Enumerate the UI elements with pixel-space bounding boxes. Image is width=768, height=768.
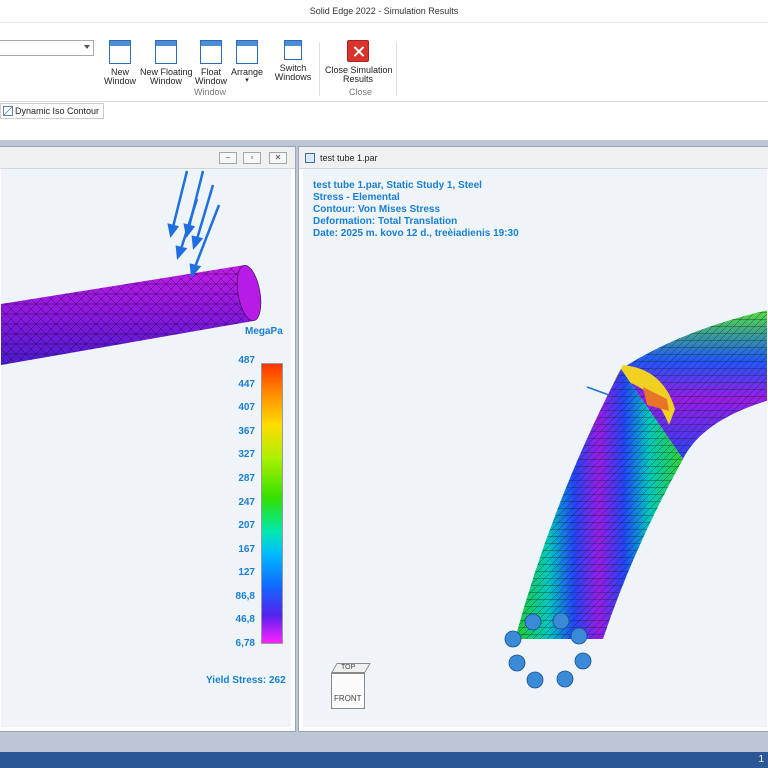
- view-cube-top-label: TOP: [341, 664, 356, 671]
- right-result-window[interactable]: test tube 1.par test tube 1.par, Static …: [298, 146, 768, 732]
- view-cube-front-label: FRONT: [334, 694, 362, 703]
- left-viewport[interactable]: MegaPa 487 447 407 367 327 287 247 207 167 127 86,…: [1, 169, 291, 727]
- new-floating-window-icon: [155, 40, 177, 64]
- view-cube[interactable]: TOP FRONT: [331, 663, 373, 711]
- close-icon: [347, 40, 369, 62]
- yield-stress-label: Yield Stress: 262: [206, 675, 286, 686]
- deformed-tube-view[interactable]: [303, 169, 767, 727]
- close-simulation-results-button[interactable]: Close Simulation Results: [325, 40, 393, 84]
- minimize-icon[interactable]: –: [219, 152, 237, 164]
- dynamic-iso-contour-button[interactable]: Dynamic Iso Contour: [0, 103, 105, 119]
- right-viewport[interactable]: test tube 1.par, Static Study 1, Steel S…: [303, 169, 767, 727]
- legend-tick-label: 447: [238, 378, 255, 390]
- new-floating-window-label: New Floating Window: [140, 67, 193, 86]
- switch-windows-button[interactable]: Switch Windows: [270, 40, 316, 82]
- view-cube-front[interactable]: [331, 673, 365, 709]
- window-title: Solid Edge 2022 - Simulation Results: [309, 6, 459, 16]
- arrange-icon: [236, 40, 258, 64]
- dynamic-iso-contour-label: Dynamic Iso Contour: [15, 106, 100, 116]
- legend-tick-label: 487: [238, 355, 255, 366]
- chevron-down-icon: ▾: [245, 77, 249, 84]
- legend-tick-label: 407: [238, 402, 255, 414]
- document-area: – ▫ ✕ MegaPa 487 447 407 367 327 287 247…: [0, 140, 768, 752]
- switch-windows-label: Switch Windows: [274, 63, 312, 82]
- chevron-down-icon[interactable]: [84, 45, 90, 49]
- restore-icon[interactable]: ▫: [243, 152, 261, 164]
- legend-tick-label: 287: [238, 472, 255, 484]
- legend-tick-label: 46,8: [235, 614, 255, 626]
- float-window-icon: [200, 40, 222, 64]
- document-icon: [305, 152, 315, 163]
- window-group-label: Window: [194, 87, 227, 97]
- float-window-label: Float Window: [195, 67, 228, 86]
- status-bar: 1: [0, 752, 768, 768]
- close-group-label: Close: [349, 87, 373, 97]
- legend-tick-label: 167: [238, 543, 255, 555]
- legend-unit: MegaPa: [245, 326, 283, 337]
- float-window-button[interactable]: Float Window: [195, 40, 227, 86]
- ribbon-separator: [396, 42, 397, 96]
- right-window-title: test tube 1.par: [320, 152, 378, 163]
- iso-contour-icon: [3, 106, 13, 116]
- new-window-label: New Window: [104, 67, 137, 86]
- load-arrows: [167, 170, 221, 278]
- legend-tick-label: 127: [238, 567, 255, 579]
- left-window-header[interactable]: – ▫ ✕: [0, 147, 295, 169]
- right-window-header[interactable]: test tube 1.par: [299, 147, 768, 169]
- new-window-button[interactable]: New Window: [104, 40, 136, 86]
- legend-tick-label: 367: [238, 425, 255, 437]
- legend-tick-label: 6,78: [235, 638, 255, 649]
- legend-tick-label: 207: [238, 520, 255, 532]
- arrange-button[interactable]: Arrange ▾: [231, 40, 263, 84]
- arrange-label: Arrange: [231, 67, 264, 77]
- command-bar: [0, 102, 768, 140]
- close-simulation-label: Close Simulation Results: [325, 65, 393, 84]
- new-floating-window-button[interactable]: New Floating Window: [140, 40, 193, 86]
- switch-windows-icon: [284, 40, 302, 60]
- legend-tick-label: 327: [238, 449, 255, 461]
- stress-color-bar: [261, 363, 283, 644]
- legend-tick-label: 247: [238, 496, 255, 508]
- view-combo-box[interactable]: [0, 40, 94, 56]
- window-title-bar: Solid Edge 2022 - Simulation Results: [0, 0, 768, 22]
- ribbon-separator: [319, 42, 320, 96]
- status-page-number: 1: [758, 754, 764, 765]
- legend-tick-label: 86,8: [235, 590, 255, 602]
- left-result-window[interactable]: – ▫ ✕ MegaPa 487 447 407 367 327 287 247…: [0, 146, 296, 732]
- new-window-icon: [109, 40, 131, 64]
- close-window-icon[interactable]: ✕: [269, 152, 287, 164]
